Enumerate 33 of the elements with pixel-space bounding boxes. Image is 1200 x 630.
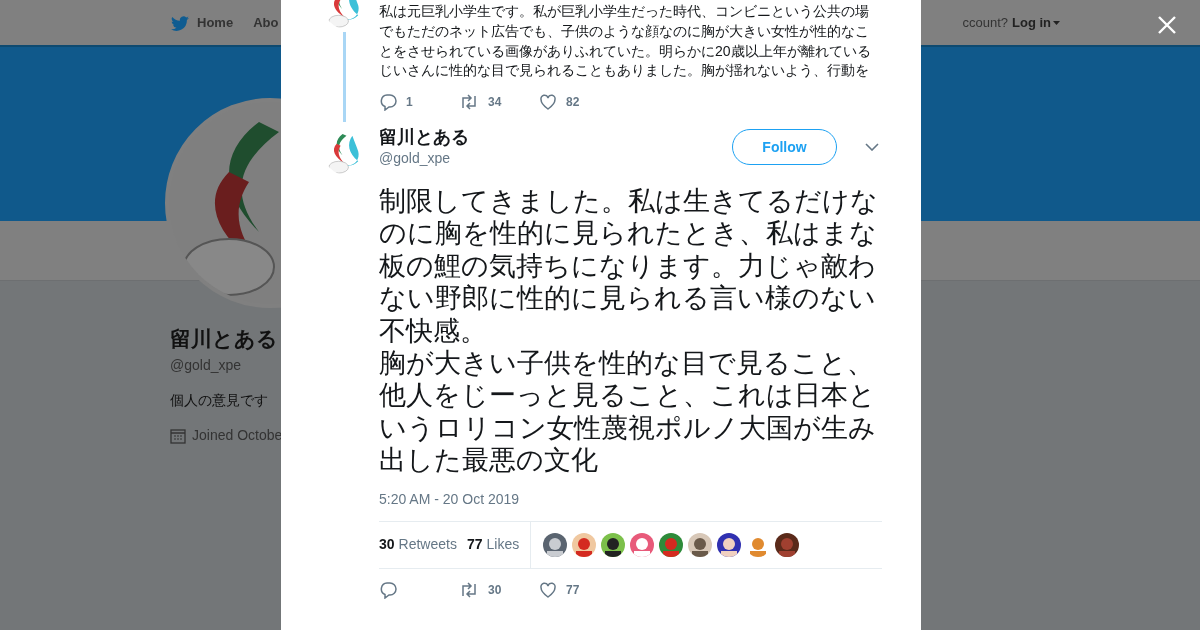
chevron-down-icon[interactable] [865, 143, 879, 151]
count: 1 [406, 94, 413, 112]
tweet-text: 制限してきました。私は生きてるだけなのに胸を性的に見られたとき、私はまな板の鯉の気持ちになります。力じゃ敵わない野郎に性的に見られる言い様のない不快感。 [379, 185, 879, 348]
profile-name: 留川とある [170, 326, 278, 353]
timestamp: 5:20 AM - 20 Oct 2019 [379, 489, 521, 509]
reply-icon[interactable] [379, 93, 397, 112]
login-link[interactable]: Log in [1012, 13, 1060, 33]
caret-icon [1053, 21, 1060, 25]
join-date: Joined Octobe [192, 426, 283, 445]
retweet-icon[interactable] [459, 580, 479, 599]
count: 30 [488, 581, 502, 599]
profile-bio: 個人の意見です [170, 391, 268, 410]
calendar-icon [170, 427, 186, 444]
heart-icon[interactable] [539, 93, 557, 112]
stat-link[interactable]: 77 Likes [466, 534, 520, 556]
user-name: 留川とある [379, 126, 469, 148]
count: 77 [566, 581, 580, 599]
follow-button[interactable]: Follow [732, 129, 837, 165]
reply-icon[interactable] [379, 580, 397, 599]
stat-link[interactable]: 30 Retweets [379, 534, 457, 556]
tweet-text: 私は元巨乳小学生です。私が巨乳小学生だった時代、コンビニという公共の場でもただのネット広告でも、子供のような顔なのに胸が大きい女性が性的なことをさせられている画像がありふれていた。明らかに20歳以上年が離れているじいさんに性的な目で見られることもありました。胸が揺れないよう、行動を [379, 2, 872, 81]
retweet-icon[interactable] [459, 93, 479, 112]
nav-link[interactable]: Abo [253, 13, 279, 33]
login-prompt: ccount? [962, 14, 1008, 33]
count: 34 [488, 94, 502, 112]
tweet-text: 胸が大きい子供を性的な目で見ること、他人をじーっと見ること、これは日本というロリコン女性蔑視ポルノ大国が生み出した最悪の文化 [379, 347, 877, 477]
user-handle: @gold_xpe [379, 149, 452, 168]
bird-icon [170, 14, 190, 32]
nav-link[interactable]: Home [170, 13, 234, 33]
close-icon[interactable] [1157, 15, 1177, 35]
heart-icon[interactable] [539, 580, 557, 599]
profile-handle: @gold_xpe [170, 356, 242, 375]
count: 82 [566, 94, 580, 112]
